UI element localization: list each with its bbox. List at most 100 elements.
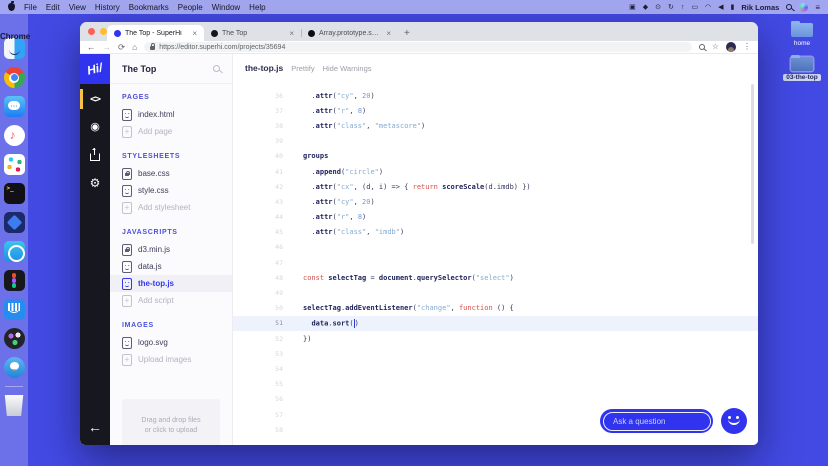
bookmark-star-icon[interactable]: ☆ [712,43,719,51]
address-bar[interactable]: https://editor.superhi.com/projects/3569… [144,42,692,52]
menu-item-history[interactable]: History [95,3,120,12]
dropbox-icon[interactable]: ◆ [643,4,648,11]
superhi-logo[interactable]: Hi/ [80,54,110,84]
file-item-upload-images[interactable]: Upload images [110,351,232,368]
editor-scrollbar[interactable] [751,84,754,244]
code-line[interactable]: 53 [233,346,758,361]
finder-icon[interactable] [4,38,25,59]
tab-code-editor[interactable]: <> [80,90,110,108]
volume-icon[interactable]: ◀ [718,4,723,11]
code-line[interactable]: 43 .attr("cy", 20) [233,194,758,209]
back-nav-button[interactable]: ← [87,43,96,52]
apple-menu-icon[interactable] [8,3,15,11]
slack-icon[interactable] [4,154,25,175]
file-item-logo-svg[interactable]: logo.svg [110,334,232,351]
close-tab-icon[interactable]: × [289,29,294,38]
search-button[interactable] [213,64,220,74]
close-tab-icon[interactable]: × [386,29,391,38]
tab-preview[interactable]: ◉ [80,118,110,136]
sync-icon[interactable]: ↻ [668,4,674,11]
updates-icon[interactable]: ↑ [681,4,685,11]
code-line[interactable]: 51 data.sort() [233,316,758,331]
file-item-add-page[interactable]: Add page [110,123,232,140]
file-item-add-stylesheet[interactable]: Add stylesheet [110,199,232,216]
file-item-add-script[interactable]: Add script [110,292,232,309]
back-button[interactable]: ← [80,419,110,435]
file-item-style-css[interactable]: style.css [110,182,232,199]
file-item-base-css[interactable]: base.css [110,165,232,182]
profile-avatar[interactable] [726,42,736,52]
intercom-icon[interactable] [4,299,25,320]
menu-item-edit[interactable]: Edit [46,3,60,12]
file-item-data-js[interactable]: data.js [110,258,232,275]
file-item-the-top-js[interactable]: the-top.js [110,275,232,292]
browser-tab-2[interactable]: The Top× [204,25,301,41]
user-menu[interactable]: Rik Lomas [741,3,779,12]
notification-center-icon[interactable]: ≡ [815,3,820,12]
code-line[interactable]: 37 .attr("r", 8) [233,103,758,118]
trash-icon[interactable] [4,395,25,416]
code-line[interactable]: 56 [233,392,758,407]
media-app-icon[interactable] [4,328,25,349]
reload-button[interactable]: ⟳ [118,43,125,52]
menu-item-bookmarks[interactable]: Bookmarks [129,3,169,12]
onepassword-icon[interactable]: ⊙ [655,4,661,11]
code-line[interactable]: 49 [233,285,758,300]
zoom-page-icon[interactable] [699,44,705,50]
vscode-icon[interactable] [4,212,25,233]
code-line[interactable]: 47 [233,255,758,270]
screen-mirroring-icon[interactable]: ▣ [629,4,636,11]
code-line[interactable]: 48const selectTag = document.querySelect… [233,270,758,285]
home-button[interactable]: ⌂ [132,43,137,52]
figma-icon[interactable] [4,270,25,291]
upload-dropzone[interactable]: Drag and drop files or click to upload [122,399,220,445]
code-line[interactable]: 40groups [233,149,758,164]
prettify-button[interactable]: Prettify [291,64,314,73]
tab-share[interactable] [80,146,110,164]
code-line[interactable]: 45 .attr("class", "imdb") [233,225,758,240]
code-line[interactable]: 50selectTag.addEventListener("change", f… [233,301,758,316]
bird-app-icon[interactable] [4,357,25,378]
minimize-window-button[interactable] [100,28,107,35]
menu-item-file[interactable]: File [24,3,37,12]
menu-item-window[interactable]: Window [212,3,240,12]
file-item-index-html[interactable]: index.html [110,106,232,123]
spotlight-icon[interactable] [786,4,792,10]
chrome-icon[interactable] [4,67,25,88]
clock-app-icon[interactable] [4,241,25,262]
menu-item-help[interactable]: Help [249,3,265,12]
code-line[interactable]: 55 [233,377,758,392]
code-line[interactable]: 46 [233,240,758,255]
display-icon[interactable]: ▭ [691,4,698,11]
new-tab-button[interactable]: + [404,28,410,39]
code-line[interactable]: 36 .attr("cy", 20) [233,88,758,103]
code-line[interactable]: 52}) [233,331,758,346]
help-smiley-button[interactable] [721,408,747,434]
wifi-icon[interactable]: ◠ [705,4,711,11]
hide-warnings-button[interactable]: Hide Warnings [323,64,372,73]
close-tab-icon[interactable]: × [192,29,197,38]
file-item-d3-min-js[interactable]: d3.min.js [110,241,232,258]
close-window-button[interactable] [88,28,95,35]
siri-icon[interactable] [799,3,808,12]
browser-tab-1[interactable]: The Top - SuperHi× [107,25,204,41]
terminal-icon[interactable] [4,183,25,204]
code-line[interactable]: 39 [233,134,758,149]
ask-question-input[interactable]: Ask a question [600,409,713,433]
forward-nav-button[interactable]: → [103,43,112,52]
desktop-folder-home[interactable]: home [782,20,822,47]
messages-icon[interactable] [4,96,25,117]
desktop-folder-03-the-top[interactable]: 03-the-top [782,54,822,81]
menu-item-view[interactable]: View [69,3,86,12]
code-line[interactable]: 41 .append("circle") [233,164,758,179]
menu-item-people[interactable]: People [178,3,203,12]
browser-tab-3[interactable]: Array.prototype.sort() - JavaS…× [301,25,398,41]
code-editor[interactable]: 36 .attr("cy", 20)37 .attr("r", 8)38 .at… [233,82,758,445]
code-line[interactable]: 42 .attr("cx", (d, i) => { return scoreS… [233,179,758,194]
code-line[interactable]: 44 .attr("r", 8) [233,210,758,225]
code-line[interactable]: 54 [233,361,758,376]
music-icon[interactable] [4,125,25,146]
code-line[interactable]: 38 .attr("class", "metascore") [233,118,758,133]
battery-icon[interactable]: ▮ [731,4,735,11]
browser-menu-icon[interactable]: ⋮ [743,43,751,51]
